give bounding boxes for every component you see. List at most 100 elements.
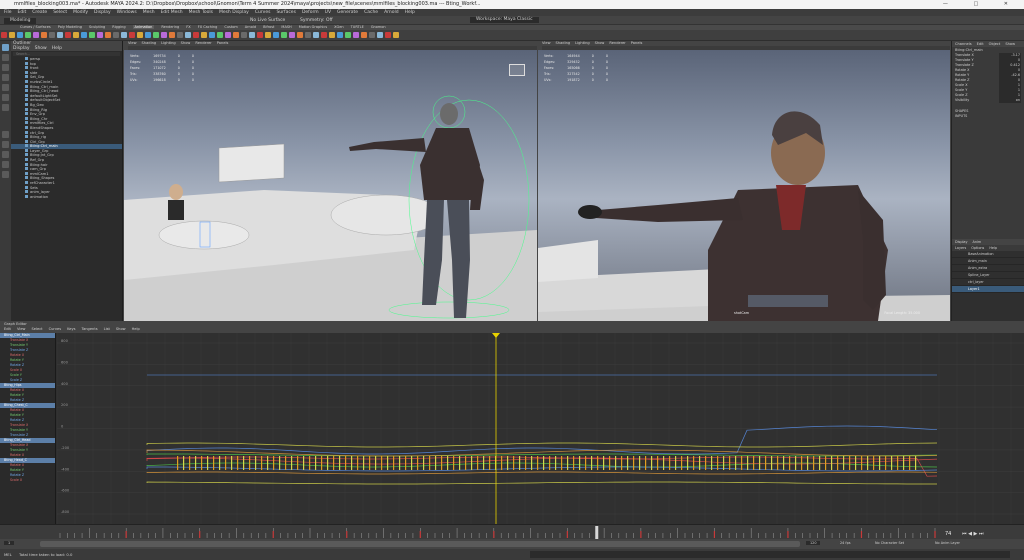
shelf-tool-icon[interactable] (57, 32, 63, 38)
key-tick[interactable] (183, 456, 185, 470)
channel-attr-value[interactable]: on (999, 98, 1021, 103)
key-tick[interactable] (909, 456, 911, 470)
key-tick[interactable] (369, 456, 371, 470)
key-tick[interactable] (693, 456, 695, 470)
key-tick[interactable] (453, 456, 455, 470)
graph-menu-show[interactable]: Show (116, 327, 126, 331)
key-tick[interactable] (807, 456, 809, 470)
key-tick[interactable] (417, 456, 419, 470)
key-tick[interactable] (675, 456, 677, 470)
key-tick[interactable] (219, 456, 221, 470)
key-tick[interactable] (231, 456, 233, 470)
shelf-tool-icon[interactable] (225, 32, 231, 38)
key-tick[interactable] (615, 456, 617, 470)
shelf-tool-icon[interactable] (273, 32, 279, 38)
graph-channel-curve[interactable]: Scale X (0, 478, 55, 483)
channel-box-tab-object[interactable]: Object (989, 42, 1001, 46)
shelf-tab-poly-modeling[interactable]: Poly Modeling (58, 25, 82, 29)
shelf-tool-icon[interactable] (9, 32, 15, 38)
shelf-tool-icon[interactable] (33, 32, 39, 38)
key-tick[interactable] (627, 456, 629, 470)
layer-row[interactable]: Anim_main (952, 258, 1024, 265)
key-tick[interactable] (555, 456, 557, 470)
shelf-tool-icon[interactable] (121, 32, 127, 38)
graph-menu-help[interactable]: Help (132, 327, 140, 331)
shelf-tool-icon[interactable] (97, 32, 103, 38)
key-tick[interactable] (387, 456, 389, 470)
keyframe-marker[interactable] (272, 531, 274, 538)
keyframe-marker[interactable] (713, 531, 716, 538)
shelf-tool-icon[interactable] (49, 32, 55, 38)
shelf-tab-mash[interactable]: MASH (281, 25, 291, 29)
shelf-tab-curves-surfaces[interactable]: Curves / Surfaces (20, 25, 51, 29)
key-tick[interactable] (723, 456, 725, 470)
shelf-tool-icon[interactable] (353, 32, 359, 38)
shelf-tool-icon[interactable] (81, 32, 87, 38)
layer-menu-layers[interactable]: Layers (955, 246, 966, 250)
key-tick[interactable] (423, 456, 425, 470)
animation-curve[interactable] (146, 481, 937, 485)
outliner-menu-help[interactable]: Help (52, 46, 62, 51)
shelf-tool-icon[interactable] (185, 32, 191, 38)
shelf-tool-icon[interactable] (257, 32, 263, 38)
key-tick[interactable] (639, 456, 641, 470)
layer-row[interactable]: ctrl_layer (952, 279, 1024, 286)
outliner-layout-icon[interactable] (2, 161, 9, 168)
key-tick[interactable] (633, 456, 635, 470)
key-tick[interactable] (657, 456, 659, 470)
shelf-tool-icon[interactable] (129, 32, 135, 38)
viewport-menu-shading[interactable]: Shading (142, 41, 157, 45)
key-tick[interactable] (579, 456, 581, 470)
key-tick[interactable] (567, 456, 569, 470)
layer-menu-help[interactable]: Help (989, 246, 997, 250)
shelf-tool-icon[interactable] (313, 32, 319, 38)
key-tick[interactable] (537, 456, 539, 470)
key-tick[interactable] (597, 456, 599, 470)
range-start-input[interactable]: 1 (4, 541, 15, 545)
key-tick[interactable] (195, 456, 197, 470)
shelf-tool-icon[interactable] (345, 32, 351, 38)
key-tick[interactable] (435, 456, 437, 470)
shelf-tool-icon[interactable] (241, 32, 247, 38)
key-tick[interactable] (915, 456, 917, 470)
key-tick[interactable] (189, 456, 191, 470)
key-tick[interactable] (885, 456, 887, 470)
key-tick[interactable] (525, 456, 527, 470)
key-tick[interactable] (795, 456, 797, 470)
window-controls[interactable]: — □ ✕ (943, 0, 1020, 9)
current-frame-field[interactable]: 74 (945, 531, 951, 537)
key-tick[interactable] (447, 456, 449, 470)
key-tick[interactable] (201, 456, 203, 470)
key-tick[interactable] (351, 456, 353, 470)
key-tick[interactable] (663, 456, 665, 470)
shelf-tab-sculpting[interactable]: Sculpting (89, 25, 105, 29)
menu-curves[interactable]: Curves (255, 10, 271, 15)
shelf-tool-icon[interactable] (145, 32, 151, 38)
viewport-shotcam[interactable]: View Shading Lighting Show Renderer Panels Ve… (538, 41, 950, 321)
key-tick[interactable] (501, 456, 503, 470)
channel-box-tab-edit[interactable]: Edit (977, 42, 984, 46)
key-tick[interactable] (573, 456, 575, 470)
key-tick[interactable] (471, 456, 473, 470)
keyframe-marker[interactable] (125, 531, 127, 538)
menu-arnold[interactable]: Arnold (384, 10, 399, 15)
key-tick[interactable] (273, 456, 275, 470)
shelf-tool-icon[interactable] (281, 32, 287, 38)
menu-file[interactable]: File (4, 10, 12, 15)
viewport-persp[interactable]: View Shading Lighting Show Renderer Panels Ve… (124, 41, 537, 321)
shelf-tool-icon[interactable] (89, 32, 95, 38)
key-tick[interactable] (249, 456, 251, 470)
layer-menu-options[interactable]: Options (971, 246, 984, 250)
shelf-tool-icon[interactable] (193, 32, 199, 38)
four-view-layout-icon[interactable] (2, 141, 9, 148)
keyframe-marker[interactable] (566, 531, 568, 538)
key-tick[interactable] (879, 456, 881, 470)
graph-menu-keys[interactable]: Keys (67, 327, 75, 331)
animation-curve[interactable] (146, 471, 938, 475)
key-tick[interactable] (177, 456, 179, 470)
key-tick[interactable] (621, 456, 623, 470)
key-tick[interactable] (531, 456, 533, 470)
key-tick[interactable] (549, 456, 551, 470)
character-set-dropdown[interactable]: No Character Set (875, 541, 904, 545)
key-tick[interactable] (405, 456, 407, 470)
